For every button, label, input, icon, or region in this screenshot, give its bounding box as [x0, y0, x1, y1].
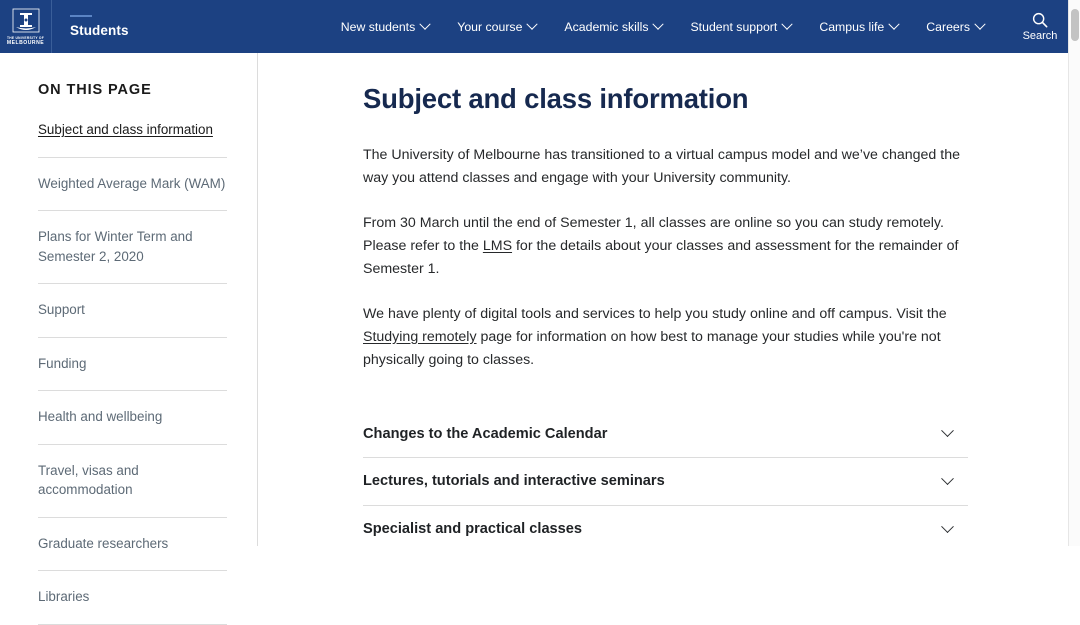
- sidebar-item-libraries[interactable]: Libraries: [38, 587, 227, 625]
- accordion-item-label: Changes to the Academic Calendar: [363, 425, 608, 442]
- sidebar-item-funding[interactable]: Funding: [38, 354, 227, 391]
- brand-rule: [70, 15, 92, 18]
- chevron-down-icon: [526, 18, 539, 30]
- accordion-item-academic-calendar[interactable]: Changes to the Academic Calendar: [363, 409, 968, 458]
- nav-item-campus-life[interactable]: Campus life: [805, 14, 912, 40]
- sidebar-heading: ON THIS PAGE: [38, 82, 152, 98]
- chevron-down-icon: [941, 424, 954, 438]
- search-button-label: Search: [1022, 30, 1058, 42]
- nav-item-careers[interactable]: Careers: [912, 14, 998, 40]
- sidebar-item-weighted-average-mark[interactable]: Weighted Average Mark (WAM): [38, 174, 227, 211]
- nav-item-label: New students: [340, 19, 416, 34]
- lms-link[interactable]: LMS: [483, 238, 512, 254]
- scrollbar-thumb[interactable]: [1071, 9, 1079, 41]
- sidebar-item-plans-for-winter-term[interactable]: Plans for Winter Term and Semester 2, 20…: [38, 227, 227, 284]
- site-title-block[interactable]: Students: [52, 0, 182, 53]
- chevron-down-icon: [974, 18, 986, 30]
- nav-item-your-course[interactable]: Your course: [443, 14, 550, 40]
- page-scrollbar[interactable]: [1068, 0, 1080, 546]
- nav-item-label: Your course: [457, 19, 523, 34]
- accordion-item-specialist-classes[interactable]: Specialist and practical classes: [363, 506, 968, 546]
- sidebar-item-graduate-researchers[interactable]: Graduate researchers: [38, 534, 227, 571]
- nav-item-academic-skills[interactable]: Academic skills: [550, 14, 676, 40]
- chevron-down-icon: [652, 18, 665, 30]
- nav-item-student-support[interactable]: Student support: [676, 14, 805, 40]
- on-this-page-sidebar: ON THIS PAGE Subject and class informati…: [0, 53, 258, 625]
- digital-tools-part1: We have plenty of digital tools and serv…: [363, 305, 947, 322]
- nav-item-label: Student support: [690, 19, 778, 34]
- chevron-down-icon: [781, 18, 793, 30]
- accordion-item-label: Lectures, tutorials and interactive semi…: [363, 473, 665, 490]
- studying-remotely-link[interactable]: Studying remotely: [363, 329, 477, 345]
- logo-line-2: MELBOURNE: [6, 40, 45, 47]
- accordion-list: Changes to the Academic Calendar Lecture…: [363, 409, 968, 546]
- main-content: Subject and class information The Univer…: [258, 53, 1068, 546]
- search-icon: [1032, 12, 1048, 28]
- logo-wordmark: THE UNIVERSITY OF MELBOURNE: [6, 36, 45, 47]
- page-title: Subject and class information: [363, 83, 749, 114]
- digital-tools-paragraph: We have plenty of digital tools and serv…: [363, 303, 968, 372]
- chevron-down-icon: [941, 519, 954, 533]
- sidebar-item-health-and-wellbeing[interactable]: Health and wellbeing: [38, 407, 227, 445]
- nav-item-label: Academic skills: [564, 19, 649, 34]
- accordion-item-label: Specialist and practical classes: [363, 521, 583, 538]
- nav-item-label: Careers: [926, 19, 970, 34]
- site-header: THE UNIVERSITY OF MELBOURNE Students New…: [0, 0, 1068, 53]
- nav-item-new-students[interactable]: New students: [327, 14, 444, 40]
- main-navigation: New students Your course Academic skills…: [182, 0, 1012, 53]
- chevron-down-icon: [888, 18, 900, 30]
- unimelb-crest-icon: [12, 8, 39, 33]
- search-button[interactable]: Search: [1012, 0, 1068, 53]
- university-logo[interactable]: THE UNIVERSITY OF MELBOURNE: [0, 0, 52, 53]
- sidebar-item-subject-and-class-information[interactable]: Subject and class information: [38, 120, 227, 158]
- page-body: ON THIS PAGE Subject and class informati…: [0, 53, 1068, 625]
- chevron-down-icon: [419, 18, 431, 30]
- semester-paragraph: From 30 March until the end of Semester …: [363, 212, 968, 281]
- site-title: Students: [70, 23, 129, 39]
- accordion-item-lectures-tutorials[interactable]: Lectures, tutorials and interactive semi…: [363, 458, 968, 506]
- sidebar-item-support[interactable]: Support: [38, 300, 227, 338]
- intro-paragraph: The University of Melbourne has transiti…: [363, 146, 960, 186]
- sidebar-item-travel-visas-accommodation[interactable]: Travel, visas and accommodation: [38, 461, 227, 518]
- chevron-down-icon: [941, 471, 954, 485]
- nav-item-label: Campus life: [819, 19, 885, 34]
